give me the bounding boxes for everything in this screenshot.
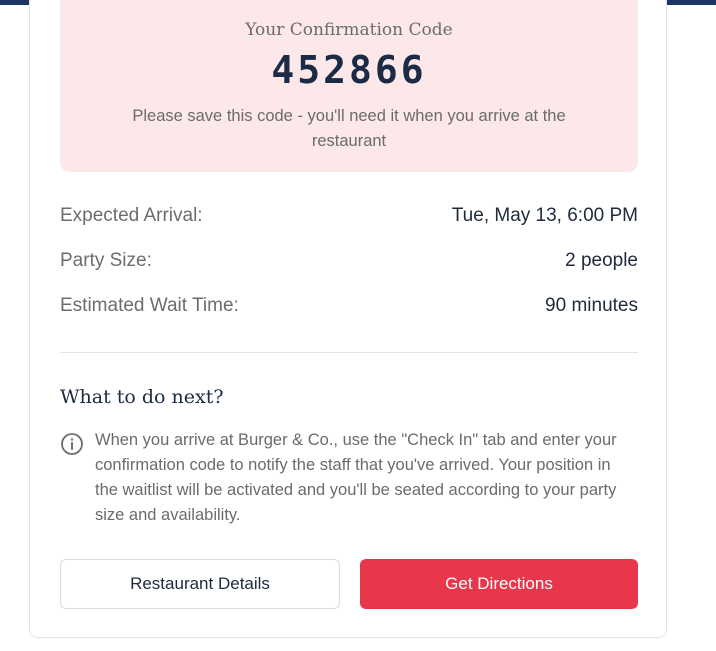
get-directions-button[interactable]: Get Directions (360, 559, 638, 609)
confirmation-code-heading: Your Confirmation Code (245, 20, 453, 40)
confirmation-code-panel: Your Confirmation Code 452866 Please sav… (60, 0, 638, 172)
next-steps-heading: What to do next? (60, 386, 224, 408)
detail-label: Party Size: (60, 250, 152, 271)
info-circle-icon (61, 433, 83, 455)
detail-label: Estimated Wait Time: (60, 295, 239, 316)
detail-value: 90 minutes (545, 295, 638, 316)
restaurant-details-button[interactable]: Restaurant Details (60, 559, 340, 609)
detail-label: Expected Arrival: (60, 205, 203, 226)
detail-value: 2 people (565, 250, 638, 271)
confirmation-code-note: Please save this code - you'll need it w… (132, 107, 566, 150)
detail-value: Tue, May 13, 6:00 PM (451, 205, 638, 226)
detail-row-expected-arrival: Expected Arrival: Tue, May 13, 6:00 PM (60, 205, 638, 231)
next-steps-text: When you arrive at Burger & Co., use the… (95, 431, 617, 524)
section-divider (60, 352, 638, 353)
detail-row-wait-time: Estimated Wait Time: 90 minutes (60, 295, 638, 321)
detail-row-party-size: Party Size: 2 people (60, 250, 638, 276)
confirmation-code: 452866 (271, 48, 427, 92)
